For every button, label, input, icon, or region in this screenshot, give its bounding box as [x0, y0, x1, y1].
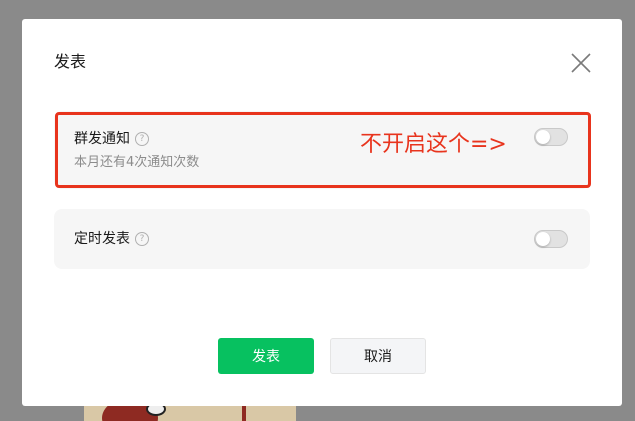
cancel-button[interactable]: 取消 [330, 338, 426, 374]
close-button[interactable] [570, 52, 592, 74]
group-notification-toggle[interactable] [534, 128, 568, 146]
notification-quota-text: 本月还有4次通知次数 [74, 155, 200, 170]
option-label-row: 群发通知 ? [74, 130, 149, 148]
close-icon [571, 53, 591, 73]
toggle-knob [536, 130, 550, 144]
option-group-notification: 群发通知 ? 本月还有4次通知次数 [54, 111, 590, 189]
publish-dialog: 发表 群发通知 ? 本月还有4次通知次数 定时发表 ? 不开启这个=> 发表 取… [22, 19, 622, 406]
publish-button[interactable]: 发表 [218, 338, 314, 374]
annotation-text: 不开启这个=> [360, 132, 507, 157]
option-label-row: 定时发表 ? [74, 230, 149, 248]
help-icon[interactable]: ? [135, 232, 149, 246]
scheduled-publish-label: 定时发表 [74, 231, 130, 247]
help-icon[interactable]: ? [135, 132, 149, 146]
scheduled-publish-toggle[interactable] [534, 230, 568, 248]
dialog-title: 发表 [54, 52, 87, 71]
option-scheduled-publish: 定时发表 ? [54, 209, 590, 269]
group-notification-label: 群发通知 [74, 131, 130, 147]
toggle-knob [536, 232, 550, 246]
